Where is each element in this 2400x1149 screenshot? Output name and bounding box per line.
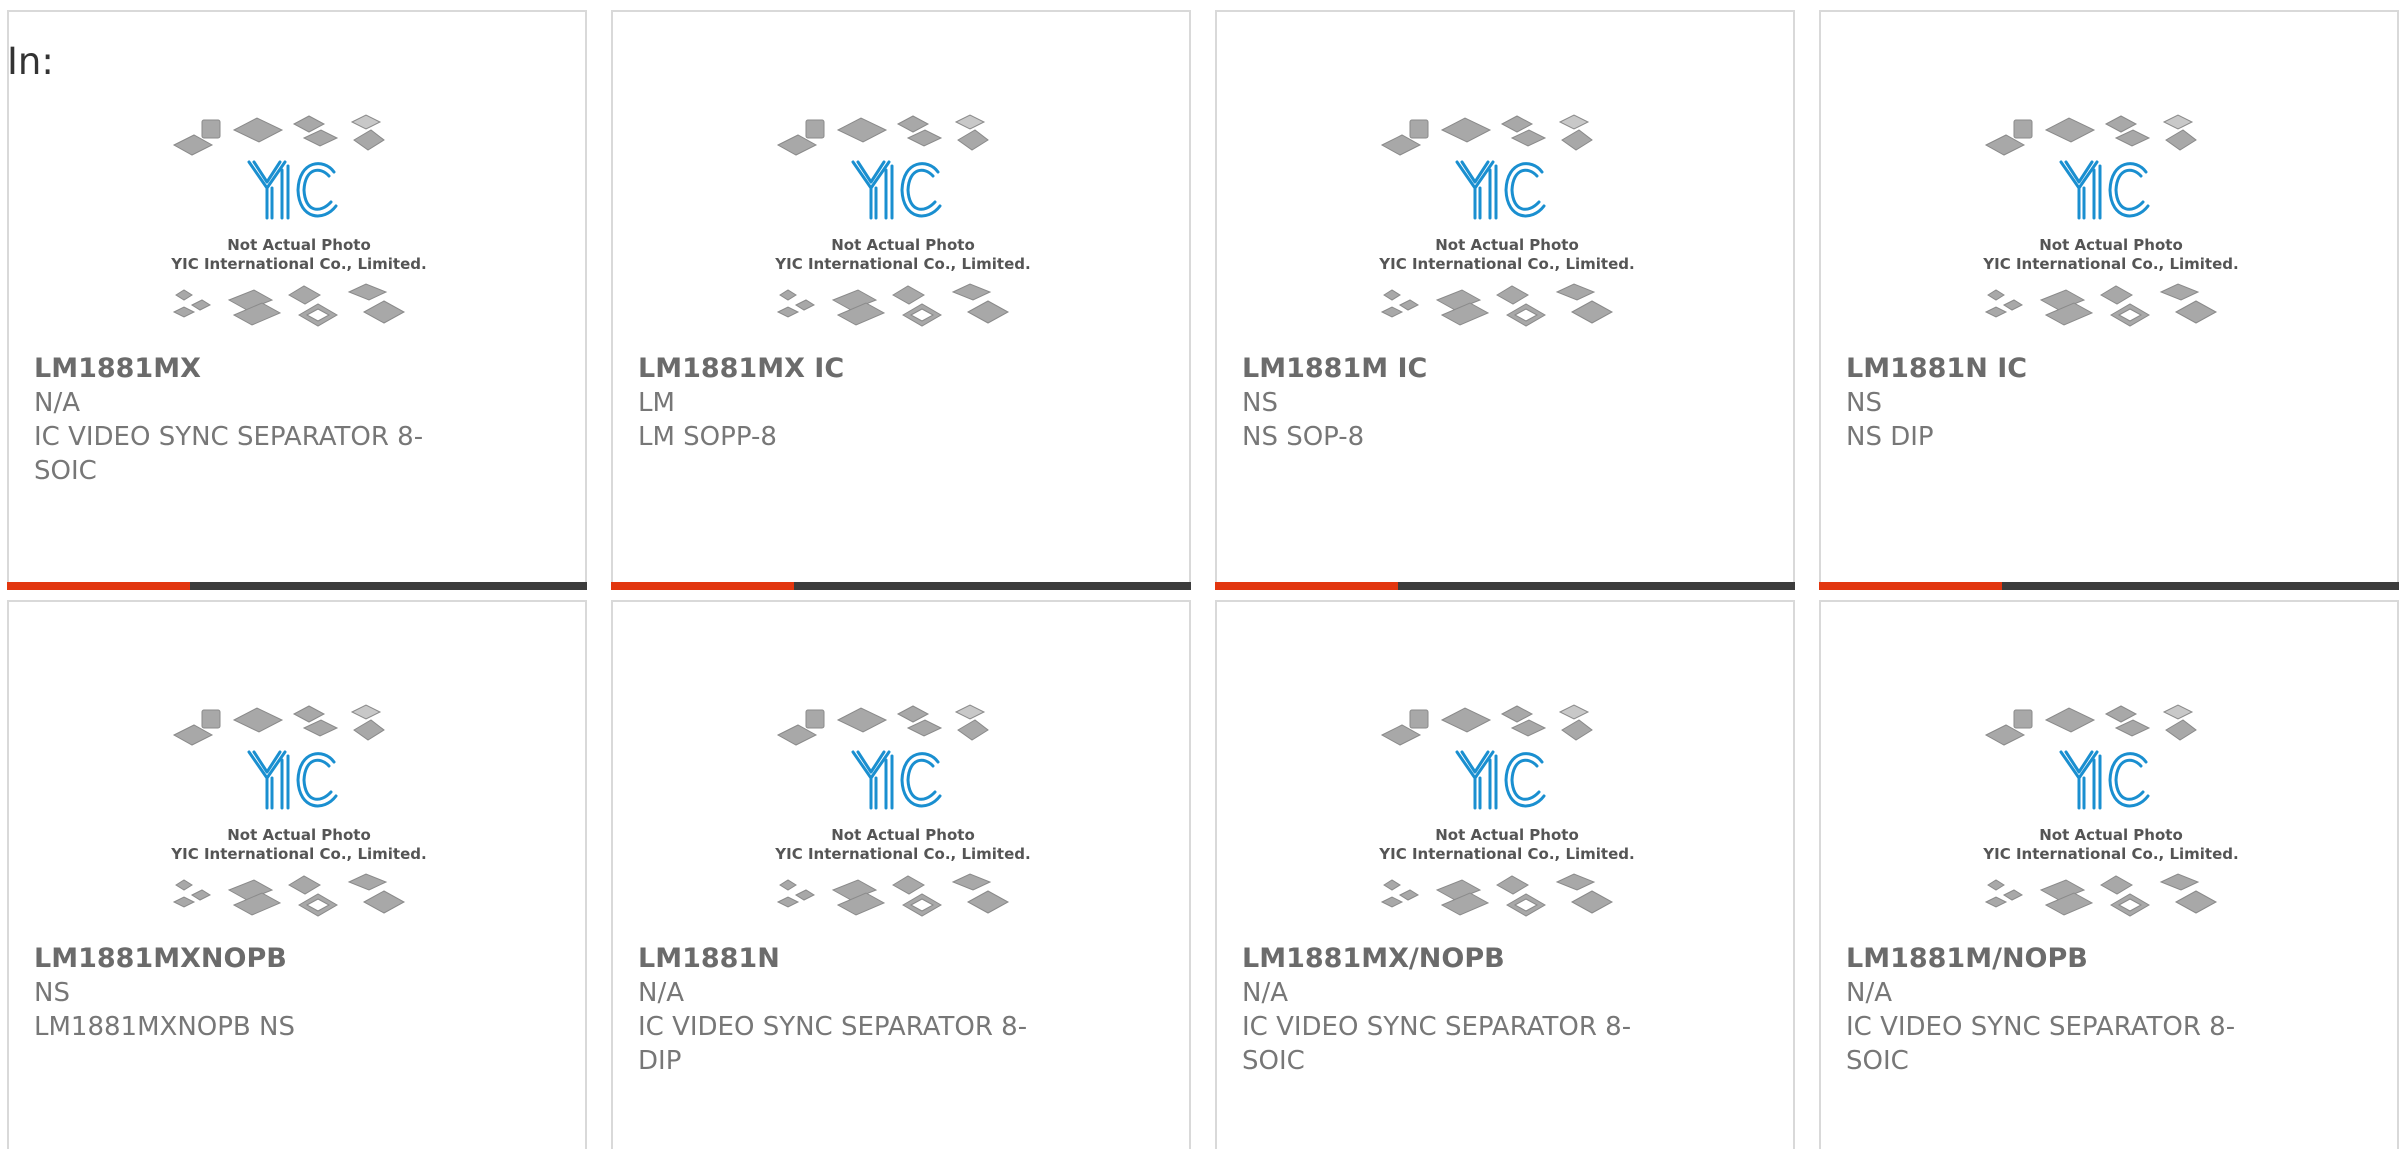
product-card[interactable]: Not Actual Photo YIC International Co., …: [1215, 10, 1795, 590]
product-part-number[interactable]: LM1881N IC: [1846, 352, 2247, 386]
product-manufacturer: NS: [34, 978, 70, 1008]
product-card[interactable]: Not Actual Photo YIC International Co., …: [7, 10, 587, 590]
product-placeholder-image[interactable]: Not Actual Photo YIC International Co., …: [758, 100, 1048, 350]
placeholder-caption-2: YIC International Co., Limited.: [1982, 845, 2238, 863]
product-manufacturer: N/A: [1242, 978, 1288, 1008]
product-manufacturer: LM: [638, 388, 675, 418]
product-part-number[interactable]: LM1881MXNOPB: [34, 942, 435, 976]
product-card[interactable]: Not Actual Photo YIC International Co., …: [611, 10, 1191, 590]
product-manufacturer: NS: [1846, 388, 1882, 418]
placeholder-caption-1: Not Actual Photo: [831, 236, 975, 254]
product-description: IC VIDEO SYNC SEPARATOR 8-SOIC: [1242, 1012, 1632, 1076]
product-card[interactable]: Not Actual Photo YIC International Co., …: [611, 600, 1191, 1149]
placeholder-caption-2: YIC International Co., Limited.: [1378, 255, 1634, 273]
product-description: IC VIDEO SYNC SEPARATOR 8-SOIC: [34, 422, 424, 486]
product-card[interactable]: Not Actual Photo YIC International Co., …: [1819, 600, 2399, 1149]
product-grid: Not Actual Photo YIC International Co., …: [7, 10, 2400, 1149]
product-placeholder-image[interactable]: Not Actual Photo YIC International Co., …: [1966, 690, 2256, 940]
card-accent-bar: [1215, 582, 1795, 590]
placeholder-caption-1: Not Actual Photo: [831, 826, 975, 844]
product-part-number[interactable]: LM1881MX IC: [638, 352, 1039, 386]
product-placeholder-image[interactable]: Not Actual Photo YIC International Co., …: [1966, 100, 2256, 350]
placeholder-caption-2: YIC International Co., Limited.: [1982, 255, 2238, 273]
product-placeholder-image[interactable]: Not Actual Photo YIC International Co., …: [1362, 100, 1652, 350]
product-description: LM SOPP-8: [638, 422, 777, 452]
product-info: LM1881MX/NOPB N/A IC VIDEO SYNC SEPARATO…: [1242, 942, 1643, 1078]
filter-label: In:: [7, 40, 54, 83]
placeholder-caption-1: Not Actual Photo: [2039, 826, 2183, 844]
product-info: LM1881N IC NS NS DIP: [1846, 352, 2247, 454]
product-manufacturer: N/A: [1846, 978, 1892, 1008]
product-part-number[interactable]: LM1881MX/NOPB: [1242, 942, 1643, 976]
placeholder-caption-1: Not Actual Photo: [1435, 236, 1579, 254]
placeholder-caption-1: Not Actual Photo: [2039, 236, 2183, 254]
product-manufacturer: NS: [1242, 388, 1278, 418]
product-placeholder-image[interactable]: Not Actual Photo YIC International Co., …: [1362, 690, 1652, 940]
placeholder-caption-2: YIC International Co., Limited.: [1378, 845, 1634, 863]
product-info: LM1881M/NOPB N/A IC VIDEO SYNC SEPARATOR…: [1846, 942, 2247, 1078]
product-card[interactable]: Not Actual Photo YIC International Co., …: [7, 600, 587, 1149]
product-placeholder-image[interactable]: Not Actual Photo YIC International Co., …: [154, 100, 444, 350]
placeholder-caption-1: Not Actual Photo: [227, 826, 371, 844]
card-accent-bar: [7, 582, 587, 590]
product-info: LM1881MX N/A IC VIDEO SYNC SEPARATOR 8-S…: [34, 352, 435, 488]
product-description: NS SOP-8: [1242, 422, 1365, 452]
placeholder-caption-2: YIC International Co., Limited.: [774, 845, 1030, 863]
product-info: LM1881MX IC LM LM SOPP-8: [638, 352, 1039, 454]
product-part-number[interactable]: LM1881M IC: [1242, 352, 1643, 386]
product-info: LM1881N N/A IC VIDEO SYNC SEPARATOR 8-DI…: [638, 942, 1039, 1078]
placeholder-caption-1: Not Actual Photo: [227, 236, 371, 254]
product-info: LM1881M IC NS NS SOP-8: [1242, 352, 1643, 454]
product-card[interactable]: Not Actual Photo YIC International Co., …: [1215, 600, 1795, 1149]
product-description: LM1881MXNOPB NS: [34, 1012, 295, 1042]
product-card[interactable]: Not Actual Photo YIC International Co., …: [1819, 10, 2399, 590]
product-placeholder-image[interactable]: Not Actual Photo YIC International Co., …: [758, 690, 1048, 940]
placeholder-caption-2: YIC International Co., Limited.: [170, 845, 426, 863]
product-part-number[interactable]: LM1881M/NOPB: [1846, 942, 2247, 976]
placeholder-caption-2: YIC International Co., Limited.: [774, 255, 1030, 273]
product-part-number[interactable]: LM1881MX: [34, 352, 435, 386]
product-description: IC VIDEO SYNC SEPARATOR 8-SOIC: [1846, 1012, 2236, 1076]
product-placeholder-image[interactable]: Not Actual Photo YIC International Co., …: [154, 690, 444, 940]
placeholder-caption-2: YIC International Co., Limited.: [170, 255, 426, 273]
product-manufacturer: N/A: [34, 388, 80, 418]
card-accent-bar: [611, 582, 1191, 590]
card-accent-bar: [1819, 582, 2399, 590]
product-results-page: In: Not Actual Photo YIC International C…: [0, 0, 2400, 1149]
product-manufacturer: N/A: [638, 978, 684, 1008]
placeholder-caption-1: Not Actual Photo: [1435, 826, 1579, 844]
product-info: LM1881MXNOPB NS LM1881MXNOPB NS: [34, 942, 435, 1044]
product-description: IC VIDEO SYNC SEPARATOR 8-DIP: [638, 1012, 1028, 1076]
product-part-number[interactable]: LM1881N: [638, 942, 1039, 976]
product-description: NS DIP: [1846, 422, 1934, 452]
